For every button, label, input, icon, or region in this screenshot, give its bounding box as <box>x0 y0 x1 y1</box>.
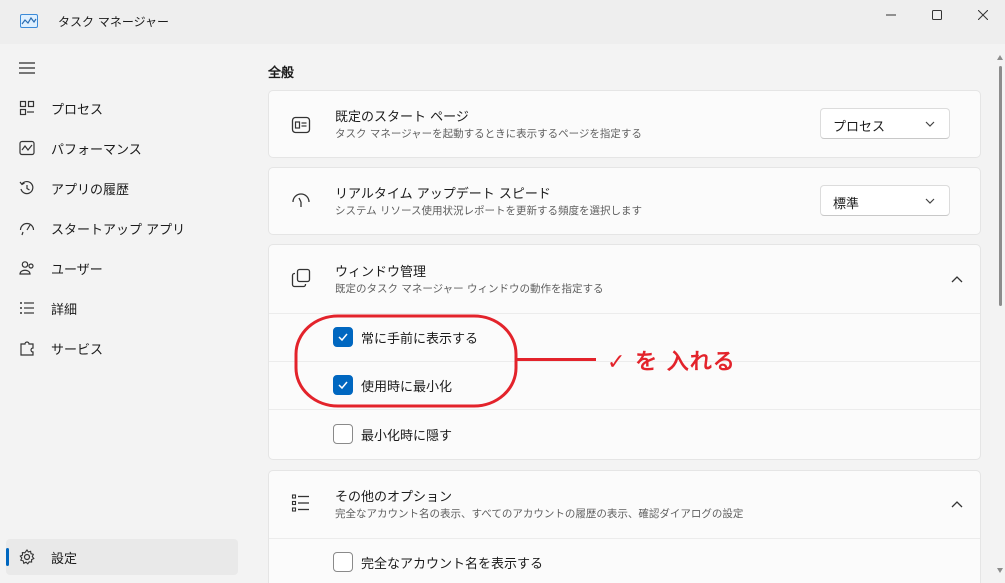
checkbox-label: 最小化時に隠す <box>361 428 453 444</box>
sidebar-item-label: スタートアップ アプリ <box>51 222 186 238</box>
startup-speedometer-icon <box>19 222 35 236</box>
sidebar-item-processes[interactable]: プロセス <box>6 90 238 126</box>
window-stack-icon <box>291 268 311 288</box>
section-title: 全般 <box>268 66 295 81</box>
divider <box>269 538 980 539</box>
annotation-connector-line <box>516 358 596 361</box>
full-account-name-option[interactable]: 完全なアカウント名を表示する <box>333 551 543 573</box>
speedometer-icon <box>292 193 310 207</box>
sidebar-item-details[interactable]: 詳細 <box>6 290 238 326</box>
annotation-highlight-ellipse <box>294 314 518 408</box>
scroll-down-arrow-icon[interactable] <box>996 566 1004 574</box>
update-speed-card: リアルタイム アップデート スピード システム リソース使用状況レポートを更新す… <box>268 167 981 235</box>
users-icon <box>19 261 34 275</box>
sidebar-item-label: パフォーマンス <box>51 142 142 158</box>
default-page-dropdown[interactable]: プロセス <box>820 108 950 139</box>
sidebar-item-label: サービス <box>51 342 104 358</box>
processes-grid-icon <box>19 100 35 116</box>
performance-chart-icon <box>19 140 35 156</box>
card-description: 完全なアカウント名の表示、すべてのアカウントの履歴の表示、確認ダイアログの設定 <box>335 508 744 520</box>
minimize-button[interactable] <box>868 0 914 30</box>
chevron-up-icon[interactable] <box>950 499 964 509</box>
card-title: ウィンドウ管理 <box>335 265 427 280</box>
hamburger-icon[interactable] <box>18 60 36 76</box>
hide-when-minimized-checkbox[interactable] <box>333 424 353 444</box>
chevron-up-icon[interactable] <box>950 274 964 284</box>
annotation-text: ✓ を 入れる <box>607 350 736 375</box>
sidebar-item-performance[interactable]: パフォーマンス <box>6 130 238 166</box>
checkbox-label: 完全なアカウント名を表示する <box>361 556 544 572</box>
scrollbar-thumb[interactable] <box>999 66 1002 306</box>
card-description: タスク マネージャーを起動するときに表示するページを指定する <box>335 128 642 140</box>
title-bar: タスク マネージャー <box>0 0 1005 44</box>
start-page-icon <box>291 116 311 134</box>
sidebar-item-services[interactable]: サービス <box>6 330 238 366</box>
chevron-down-icon <box>925 121 935 127</box>
card-description: 既定のタスク マネージャー ウィンドウの動作を指定する <box>335 283 604 295</box>
full-account-name-checkbox[interactable] <box>333 552 353 572</box>
card-title: 既定のスタート ページ <box>335 110 469 125</box>
sidebar-item-label: プロセス <box>51 102 104 118</box>
window-title: タスク マネージャー <box>58 15 169 29</box>
close-icon <box>978 10 988 20</box>
card-title: その他のオプション <box>335 490 453 505</box>
sidebar-item-startup-apps[interactable]: スタートアップ アプリ <box>6 210 238 246</box>
details-list-icon <box>20 302 34 314</box>
close-button[interactable] <box>960 0 1005 30</box>
card-description: システム リソース使用状況レポートを更新する頻度を選択します <box>335 205 642 217</box>
services-puzzle-icon <box>20 341 34 356</box>
dropdown-value: プロセス <box>833 120 886 135</box>
divider <box>269 409 980 410</box>
sidebar-item-label: 設定 <box>51 551 78 567</box>
other-options-card: その他のオプション 完全なアカウント名の表示、すべてのアカウントの履歴の表示、確… <box>268 470 981 583</box>
update-speed-dropdown[interactable]: 標準 <box>820 185 950 216</box>
options-list-icon <box>291 494 309 512</box>
sidebar-item-settings[interactable]: 設定 <box>6 539 238 575</box>
sidebar-item-app-history[interactable]: アプリの履歴 <box>6 170 238 206</box>
sidebar-item-users[interactable]: ユーザー <box>6 250 238 286</box>
minimize-icon <box>886 14 896 16</box>
maximize-icon <box>932 10 942 20</box>
maximize-button[interactable] <box>914 0 960 30</box>
sidebar-item-label: アプリの履歴 <box>51 182 130 198</box>
gear-icon <box>19 549 35 565</box>
dropdown-value: 標準 <box>833 197 860 212</box>
hide-when-minimized-option[interactable]: 最小化時に隠す <box>333 423 452 445</box>
scroll-up-arrow-icon[interactable] <box>996 54 1004 62</box>
sidebar-item-label: 詳細 <box>51 302 78 318</box>
chevron-down-icon <box>925 198 935 204</box>
card-title: リアルタイム アップデート スピード <box>335 187 551 202</box>
sidebar-item-label: ユーザー <box>51 262 103 278</box>
history-icon <box>19 180 34 195</box>
performance-graph-icon <box>20 14 38 28</box>
default-start-page-card: 既定のスタート ページ タスク マネージャーを起動するときに表示するページを指定… <box>268 90 981 158</box>
